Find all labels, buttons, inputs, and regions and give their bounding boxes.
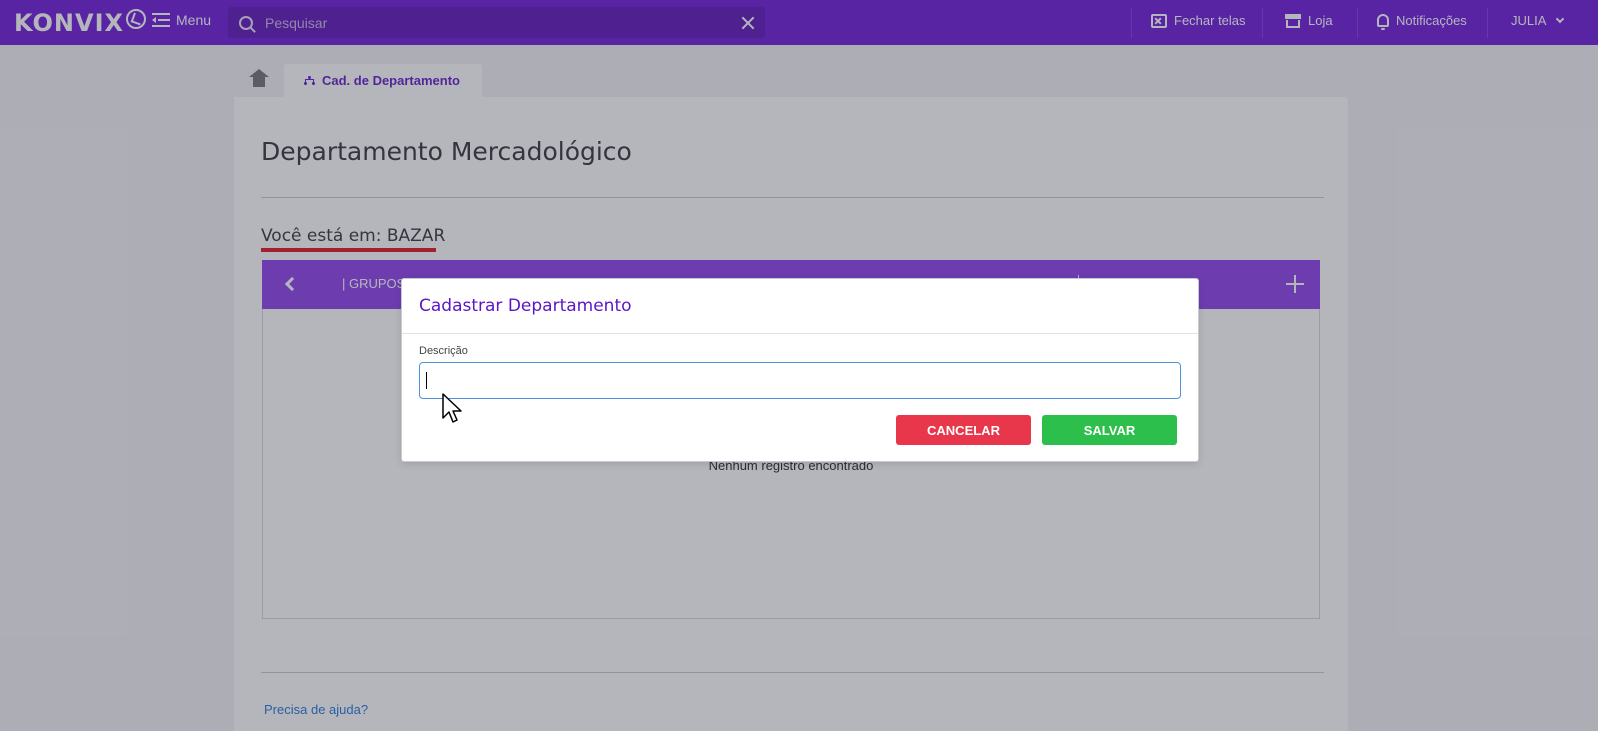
- register-department-dialog: Cadastrar Departamento Descrição CANCELA…: [401, 278, 1199, 462]
- cancel-button[interactable]: CANCELAR: [896, 415, 1031, 445]
- description-input[interactable]: [419, 362, 1181, 399]
- dialog-title: Cadastrar Departamento: [419, 296, 632, 316]
- text-caret: [426, 372, 427, 389]
- description-label: Descrição: [419, 345, 468, 357]
- dialog-divider: [402, 333, 1198, 334]
- save-button[interactable]: SALVAR: [1042, 415, 1177, 445]
- mouse-pointer-icon: [442, 393, 462, 423]
